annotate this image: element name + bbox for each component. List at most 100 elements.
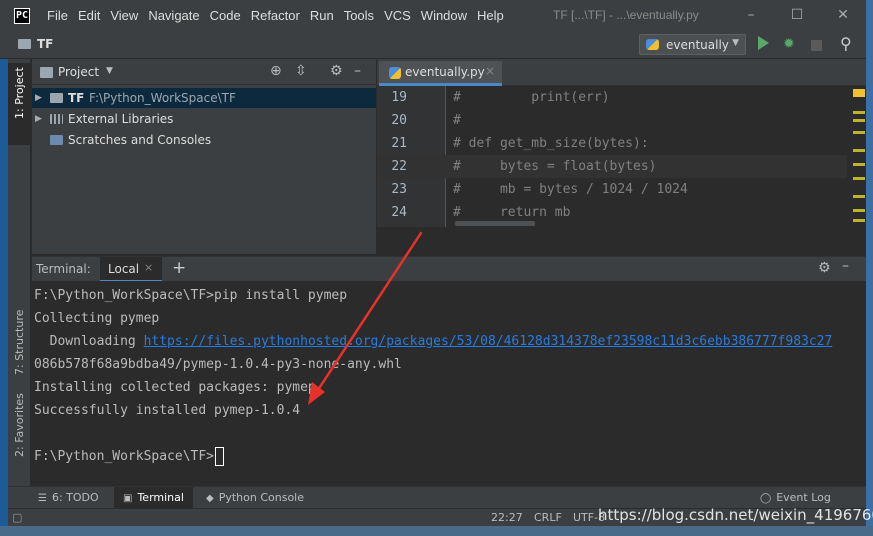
terminal-title: Terminal: [36,262,91,276]
run-config-selector[interactable]: eventually ▼ [639,34,746,55]
menu-code[interactable]: Code [205,8,246,23]
stripe-marker[interactable] [853,149,865,152]
menu-navigate[interactable]: Navigate [143,8,204,23]
search-icon[interactable]: ⚲ [840,34,852,53]
python-icon [646,39,659,50]
close-button[interactable]: ✕ [820,0,866,31]
menu-window[interactable]: Window [416,8,472,23]
tree-item-tf[interactable]: ▶ TF F:\Python_WorkSpace\TF [32,88,376,108]
terminal-line: Successfully installed pymep-1.0.4 [34,403,301,418]
stop-icon[interactable] [811,40,822,51]
status-bar: ▢ 22:27 CRLF UTF-8 https://blog.csdn.net… [8,506,873,526]
run-config-label: eventually [666,38,729,52]
inspection-status-icon[interactable] [853,89,865,97]
stripe-marker[interactable] [853,177,865,180]
tool-tab-structure[interactable]: 7: Structure [13,310,26,375]
menu-file[interactable]: File [42,8,73,23]
tool-python-console[interactable]: ◆ Python Console [198,487,312,509]
tree-item-path: F:\Python_WorkSpace\TF [89,91,236,105]
watermark: https://blog.csdn.net/weixin_41967600 [598,506,873,524]
maximize-button[interactable]: ☐ [774,0,820,31]
terminal-line: Installing collected packages: pymep [34,380,316,395]
terminal-line: F:\Python_WorkSpace\TF>pip install pymep [34,288,348,303]
close-icon[interactable]: × [485,64,495,78]
desktop-background [866,0,873,536]
stripe-marker[interactable] [853,195,865,198]
menu-tools[interactable]: Tools [339,8,379,23]
tool-tab-project[interactable]: 1: Project [13,67,26,119]
project-panel-title[interactable]: Project [58,65,99,79]
line-number: 22 [391,159,407,174]
tool-terminal[interactable]: ▣ Terminal [114,487,193,509]
menu-vcs[interactable]: VCS [379,8,416,23]
menu-refactor[interactable]: Refactor [246,8,305,23]
download-link[interactable]: https://files.pythonhosted.org/packages/… [144,334,833,349]
chevron-down-icon: ▼ [732,38,739,48]
breadcrumb-project[interactable]: TF [37,37,53,51]
menu-run[interactable]: Run [305,8,339,23]
terminal-line: Collecting pymep [34,311,160,326]
debug-icon[interactable]: ✹ [783,36,797,52]
stripe-marker[interactable] [853,111,865,114]
stripe-marker[interactable] [853,219,865,222]
menu-help[interactable]: Help [472,8,509,23]
stripe-marker[interactable] [853,163,865,166]
tool-tab-favorites[interactable]: 2: Favorites [13,393,26,457]
terminal-scrollbar[interactable] [850,281,866,486]
editor-tab-eventually[interactable]: eventually.py × [379,61,502,86]
editor-tab-label: eventually.py [405,65,485,79]
gear-icon[interactable]: ⚙ [330,63,343,79]
terminal-line: 086b578f68a9bdba49/pymep-1.0.4-py3-none-… [34,357,402,372]
editor-error-stripe[interactable] [849,86,866,227]
chevron-down-icon[interactable]: ▼ [106,66,113,76]
menu-view[interactable]: View [105,8,143,23]
code-line-current[interactable]: 22 # bytes = float(bytes) [377,155,847,178]
code-line[interactable]: 19 # print(err) [377,86,847,109]
stripe-marker[interactable] [853,119,865,122]
stripe-marker[interactable] [853,209,865,212]
taskbar [0,526,873,536]
gear-icon[interactable]: ⚙ [818,260,831,276]
terminal-output[interactable]: F:\Python_WorkSpace\TF>pip install pymep… [32,281,866,486]
folder-icon [40,67,53,78]
menu-edit[interactable]: Edit [73,8,105,23]
editor-horizontal-scrollbar[interactable] [455,221,535,226]
hide-panel-icon[interactable]: – [842,258,849,274]
project-panel-header: Project ▼ ⊕ ⇳ ⚙ – [32,59,376,85]
close-icon[interactable]: × [144,261,153,274]
terminal-header: Terminal: Local × + ⚙ – [32,256,866,282]
project-panel: Project ▼ ⊕ ⇳ ⚙ – ▶ TF F:\Python_WorkSpa… [32,59,376,254]
terminal-icon: ▣ [123,493,133,504]
hide-panel-icon[interactable]: – [354,63,361,79]
python-icon: ◆ [206,493,214,504]
locate-icon[interactable]: ⊕ [270,63,282,79]
line-separator[interactable]: CRLF [534,511,562,524]
minimize-button[interactable]: – [728,0,774,31]
line-number: 19 [391,90,407,105]
code-line[interactable]: 24 # return mb [377,201,847,224]
caret-position[interactable]: 22:27 [491,511,523,524]
expand-arrow-icon[interactable]: ▶ [35,88,42,108]
stripe-marker[interactable] [853,131,865,134]
run-icon[interactable] [758,36,769,50]
tree-item-label: TF [68,91,85,105]
terminal-cursor [215,447,225,466]
terminal-tab-local[interactable]: Local × [100,257,162,282]
code-line[interactable]: 20 # [377,109,847,132]
line-number: 24 [391,205,407,220]
new-session-icon[interactable]: + [172,258,186,278]
library-icon [50,114,63,124]
layout-toggle-icon[interactable]: ▢ [12,511,22,524]
line-code: # print(err) [453,90,610,105]
tool-todo[interactable]: ☰ 6: TODO [30,487,107,509]
code-line[interactable]: 21 # def get_mb_size(bytes): [377,132,847,155]
tree-item-scratches[interactable]: Scratches and Consoles [32,130,376,150]
navigation-bar: TF eventually ▼ ✹ ⚲ [0,31,866,59]
terminal-prompt-line[interactable]: F:\Python_WorkSpace\TF> [34,445,225,468]
code-line[interactable]: 23 # mb = bytes / 1024 / 1024 [377,178,847,201]
collapse-all-icon[interactable]: ⇳ [295,63,307,79]
bottom-tool-bar: ☰ 6: TODO ▣ Terminal ◆ Python Console ◯ Even… [8,486,866,509]
tree-item-external-libraries[interactable]: ▶ External Libraries [32,109,376,129]
line-code: # bytes = float(bytes) [453,159,657,174]
expand-arrow-icon[interactable]: ▶ [35,109,42,129]
